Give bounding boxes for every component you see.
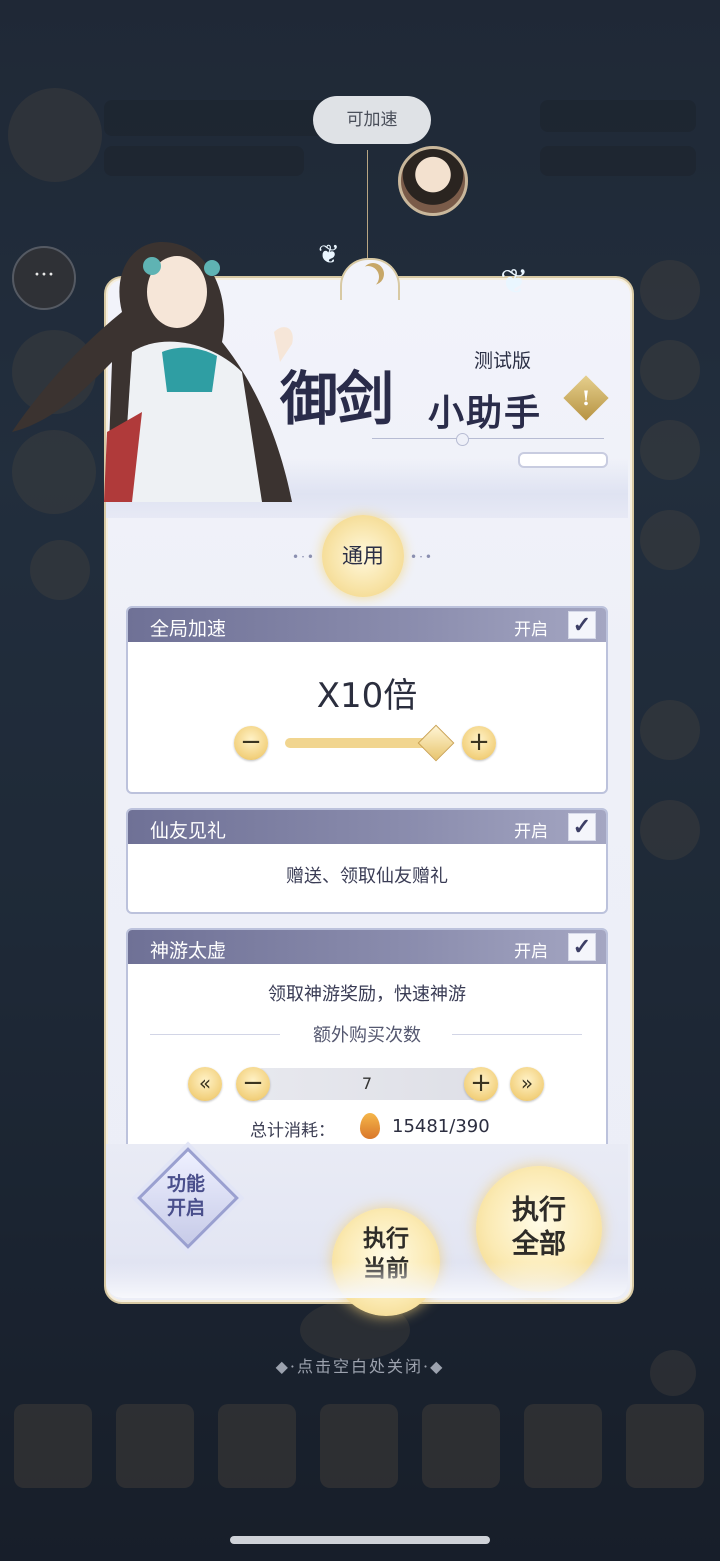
card-description: 赠送、领取仙友赠礼	[286, 866, 448, 887]
enable-checkbox[interactable]: ✓	[568, 611, 596, 639]
speed-hint-bubble: 可加速	[313, 96, 431, 144]
decrease-speed-button[interactable]: −	[234, 726, 268, 760]
card-title: 神游太虚	[150, 940, 227, 962]
function-open-button[interactable]: 功能 开启	[150, 1172, 222, 1220]
total-cost-label: 总计消耗：	[250, 1121, 335, 1141]
card-state-label: 开启	[514, 822, 548, 842]
card-title: 仙友见礼	[150, 820, 227, 842]
card-state-label: 开启	[514, 942, 548, 962]
tab-general[interactable]: 通用	[322, 515, 404, 597]
card-title: 全局加速	[150, 618, 227, 640]
butterfly-icon: ❦	[318, 240, 340, 270]
increase-count-button[interactable]: +	[464, 1067, 498, 1101]
card-friend-gift: 仙友见礼 开启 ✓ 赠送、领取仙友赠礼	[126, 808, 608, 914]
assistant-avatar[interactable]	[398, 146, 468, 216]
card-state-label: 开启	[514, 620, 548, 640]
purchase-count-field[interactable]: 7	[258, 1068, 476, 1100]
speed-slider-track[interactable]	[285, 738, 435, 748]
max-count-button[interactable]: »	[510, 1067, 544, 1101]
card-header: 仙友见礼 开启 ✓	[128, 810, 606, 844]
currency-icon	[360, 1113, 380, 1139]
butterfly-icon: ❦	[500, 262, 529, 302]
decor-pill	[518, 452, 608, 468]
card-description: 领取神游奖励，快速神游	[268, 984, 466, 1005]
divider	[372, 438, 604, 439]
enable-checkbox[interactable]: ✓	[568, 933, 596, 961]
total-cost-value: 15481/390	[392, 1116, 490, 1137]
min-count-button[interactable]: «	[188, 1067, 222, 1101]
card-header: 神游太虚 开启 ✓	[128, 930, 606, 964]
info-icon[interactable]: !	[563, 375, 609, 421]
speed-multiplier: X10倍	[316, 676, 418, 716]
increase-speed-button[interactable]: +	[462, 726, 496, 760]
tab-decoration-right: •·•	[410, 550, 434, 564]
panel-title-main: 御剑	[280, 365, 394, 433]
card-header: 全局加速 开启 ✓	[128, 608, 606, 642]
moon-icon	[357, 266, 379, 288]
divider	[452, 1034, 582, 1035]
home-indicator[interactable]	[230, 1536, 490, 1544]
character-illustration	[12, 242, 293, 502]
divider-dot	[456, 433, 469, 446]
panel-title-sub: 小助手	[428, 392, 543, 434]
decrease-count-button[interactable]: −	[236, 1067, 270, 1101]
cloud-decoration	[106, 1262, 628, 1298]
hang-string	[367, 150, 368, 266]
close-hint[interactable]: ◆·点击空白处关闭·◆	[0, 1353, 720, 1377]
enable-checkbox[interactable]: ✓	[568, 813, 596, 841]
version-tag: 测试版	[474, 350, 532, 372]
tab-decoration-left: •·•	[292, 550, 316, 564]
